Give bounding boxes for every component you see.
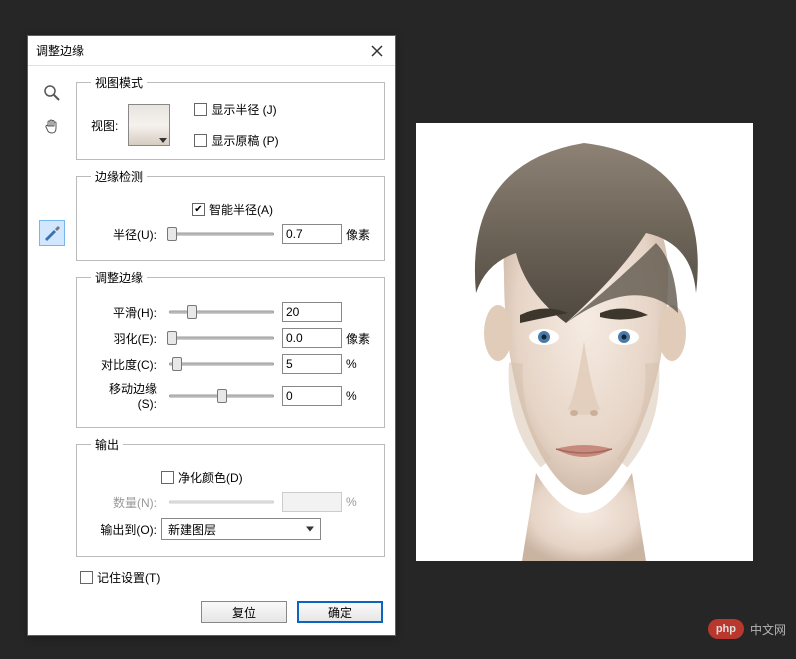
dialog-content: 视图模式 视图: 显示半径 (J) 显示原稿 (P)	[66, 74, 385, 625]
checkbox-label: 记住设置(T)	[97, 569, 160, 586]
hand-tool[interactable]	[39, 114, 65, 140]
checkbox-show-original[interactable]: 显示原稿 (P)	[194, 132, 278, 149]
checkbox-icon	[194, 134, 207, 147]
refine-edge-dialog: 调整边缘 视图模式 视图:	[27, 35, 396, 636]
magnifier-icon	[43, 84, 61, 102]
smooth-input[interactable]	[282, 302, 342, 322]
close-button[interactable]	[367, 41, 387, 61]
feather-unit: 像素	[346, 330, 374, 347]
zoom-tool[interactable]	[39, 80, 65, 106]
dialog-button-row: 复位 确定	[76, 597, 385, 625]
checkbox-label: 智能半径(A)	[209, 201, 273, 218]
feather-input[interactable]	[282, 328, 342, 348]
amount-label: 数量(N):	[91, 494, 161, 511]
group-output: 输出 净化颜色(D) 数量(N): % 输出到(O):	[76, 436, 385, 557]
output-to-label: 输出到(O):	[91, 521, 161, 538]
feather-slider[interactable]	[169, 330, 274, 346]
radius-input[interactable]	[282, 224, 342, 244]
output-to-value: 新建图层	[168, 521, 216, 538]
checkbox-icon	[194, 103, 207, 116]
checkbox-label: 显示原稿 (P)	[211, 132, 278, 149]
portrait-placeholder	[416, 123, 753, 561]
checkbox-show-radius[interactable]: 显示半径 (J)	[194, 101, 278, 118]
checkbox-icon: ✔	[192, 203, 205, 216]
hand-icon	[43, 118, 61, 136]
legend-edge-detection: 边缘检测	[91, 168, 147, 185]
amount-unit: %	[346, 495, 374, 509]
checkbox-label: 净化颜色(D)	[178, 469, 243, 486]
radius-label: 半径(U):	[91, 226, 161, 243]
reset-button[interactable]: 复位	[201, 601, 287, 623]
checkbox-remember-settings[interactable]: 记住设置(T)	[80, 569, 160, 586]
group-edge-detection: 边缘检测 ✔ 智能半径(A) 半径(U): 像素	[76, 168, 385, 261]
amount-slider	[169, 494, 274, 510]
checkbox-label: 显示半径 (J)	[211, 101, 276, 118]
checkbox-smart-radius[interactable]: ✔ 智能半径(A)	[192, 201, 273, 218]
radius-unit: 像素	[346, 226, 374, 243]
dialog-title: 调整边缘	[36, 42, 367, 59]
output-to-select[interactable]: 新建图层	[161, 518, 321, 540]
contrast-input[interactable]	[282, 354, 342, 374]
radius-slider[interactable]	[169, 226, 274, 242]
checkbox-icon	[161, 471, 174, 484]
shift-edge-slider[interactable]	[169, 388, 274, 404]
tool-column	[38, 74, 66, 625]
dialog-titlebar[interactable]: 调整边缘	[28, 36, 395, 66]
checkbox-decontaminate[interactable]: 净化颜色(D)	[161, 469, 243, 486]
refine-brush-tool[interactable]	[39, 220, 65, 246]
legend-view-mode: 视图模式	[91, 74, 147, 91]
smooth-label: 平滑(H):	[91, 304, 161, 321]
watermark-pill: php	[708, 619, 744, 639]
checkbox-icon	[80, 571, 93, 584]
contrast-label: 对比度(C):	[91, 356, 161, 373]
smooth-slider[interactable]	[169, 304, 274, 320]
legend-adjust-edge: 调整边缘	[91, 269, 147, 286]
legend-output: 输出	[91, 436, 123, 453]
shift-edge-unit: %	[346, 389, 374, 403]
contrast-slider[interactable]	[169, 356, 274, 372]
watermark-text: 中文网	[750, 621, 786, 638]
shift-edge-label: 移动边缘(S):	[91, 380, 161, 411]
ok-button[interactable]: 确定	[297, 601, 383, 623]
group-adjust-edge: 调整边缘 平滑(H): 羽化(E): 像素	[76, 269, 385, 428]
shift-edge-input[interactable]	[282, 386, 342, 406]
feather-label: 羽化(E):	[91, 330, 161, 347]
group-view-mode: 视图模式 视图: 显示半径 (J) 显示原稿 (P)	[76, 74, 385, 160]
view-thumbnail-dropdown[interactable]	[128, 104, 170, 146]
watermark: php 中文网	[708, 619, 786, 639]
canvas-preview	[416, 123, 753, 561]
view-label: 视图:	[91, 117, 118, 134]
close-icon	[371, 45, 383, 57]
amount-input	[282, 492, 342, 512]
contrast-unit: %	[346, 357, 374, 371]
brush-icon	[42, 223, 62, 243]
